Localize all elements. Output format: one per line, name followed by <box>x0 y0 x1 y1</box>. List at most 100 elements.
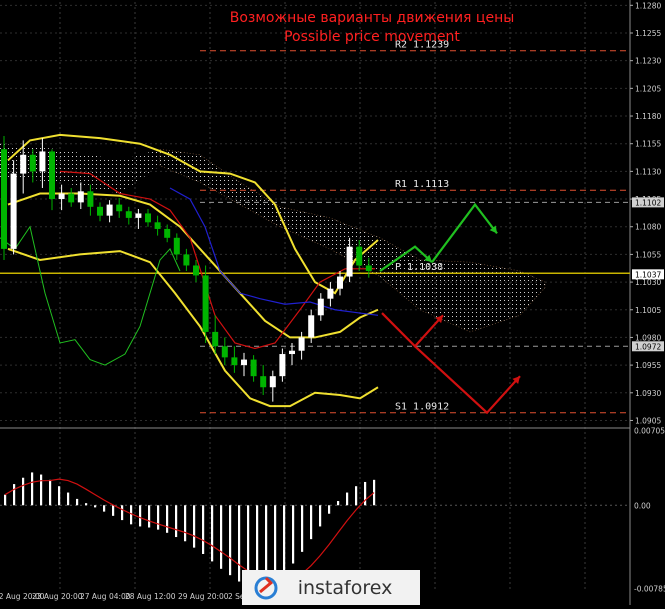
macd-bar <box>328 505 331 514</box>
candle-body <box>279 354 286 377</box>
level-label: P 1.1038 <box>395 262 443 273</box>
macd-bar <box>220 505 223 569</box>
price-badge-label: 1.0972 <box>635 342 661 351</box>
watermark: instaforex <box>242 570 420 605</box>
candle-body <box>298 337 305 351</box>
candle-body <box>49 151 55 200</box>
candle-body <box>135 213 142 218</box>
macd-bar <box>175 505 178 538</box>
macd-bar <box>166 505 169 533</box>
price-tick-label: 1.1080 <box>635 223 661 232</box>
macd-bar <box>238 505 241 582</box>
macd-bar <box>112 505 115 516</box>
candle-body <box>106 204 113 216</box>
price-chart: R2 1.1239R1 1.1113P 1.1038S1 1.0912 1.12… <box>0 0 665 605</box>
candle-body <box>327 288 334 299</box>
price-tick-label: 1.1255 <box>635 29 661 38</box>
macd-bar <box>49 479 52 506</box>
price-tick-label: 1.1180 <box>635 112 661 121</box>
candle-body <box>356 246 363 266</box>
macd-bar <box>40 474 43 506</box>
price-tick-label: 1.0980 <box>635 333 661 342</box>
candle-body <box>269 376 276 388</box>
macd-bar <box>310 505 313 540</box>
macd-bar <box>337 501 340 506</box>
macd-bar <box>22 477 25 506</box>
macd-bar <box>301 505 304 552</box>
candle-body <box>193 265 199 276</box>
price-tick-label: 1.1155 <box>635 140 661 149</box>
macd-bar <box>274 505 277 581</box>
candle-body <box>97 206 103 216</box>
time-tick-label: 28 Aug 12:00 <box>125 592 176 601</box>
candle-body <box>39 151 46 172</box>
candle-body <box>183 254 190 266</box>
macd-bar <box>211 505 214 562</box>
macd-bar <box>139 505 142 527</box>
price-tick-label: 1.1230 <box>635 57 661 66</box>
macd-bar <box>157 505 160 530</box>
macd-bar <box>85 503 88 506</box>
candle-body <box>87 191 94 207</box>
candle-body <box>29 154 36 172</box>
candle-body <box>308 315 315 338</box>
macd-tick-label: 0.00705 <box>634 427 665 436</box>
level-label: R1 1.1113 <box>395 179 449 190</box>
macd-bar <box>94 505 97 508</box>
price-tick-label: 1.1280 <box>635 1 661 10</box>
price-tick-label: 1.1030 <box>635 278 661 287</box>
macd-bar <box>319 505 322 527</box>
candle-body <box>77 191 84 203</box>
macd-tick-label: -0.00785 <box>634 584 665 593</box>
macd-bar <box>130 505 133 525</box>
candle-body <box>231 357 238 366</box>
price-tick-label: 1.1130 <box>635 167 661 176</box>
macd-bar <box>229 505 232 576</box>
price-badge-label: 1.1102 <box>635 198 661 207</box>
candle-body <box>68 193 75 203</box>
level-label: S1 1.0912 <box>395 402 449 413</box>
candle-body <box>221 346 228 358</box>
candle-body <box>241 359 247 366</box>
title-en: Possible price movement <box>284 29 460 45</box>
time-tick-label: 23 Aug 20:00 <box>32 592 83 601</box>
candle-body <box>1 149 7 249</box>
candle-body <box>365 265 372 272</box>
candle-body <box>58 193 65 200</box>
macd-bar <box>58 486 61 506</box>
time-tick-label: 29 Aug 20:00 <box>178 592 229 601</box>
price-tick-label: 1.0905 <box>635 416 661 425</box>
candle-body <box>337 276 343 289</box>
macd-bar <box>67 492 70 506</box>
candle-body <box>317 298 324 316</box>
macd-bar <box>292 505 295 564</box>
macd-bar <box>103 505 106 512</box>
macd-bar <box>121 505 124 521</box>
macd-bar <box>283 505 286 574</box>
title-ru: Возможные варианты движения цены <box>230 10 515 26</box>
candle-body <box>289 350 295 355</box>
price-tick-label: 1.0955 <box>635 361 661 370</box>
candle-body <box>154 222 161 229</box>
candle-body <box>125 211 132 218</box>
price-tick-label: 1.1205 <box>635 84 661 93</box>
price-tick-label: 1.1005 <box>635 306 661 315</box>
candle-body <box>173 237 180 255</box>
price-badge-label: 1.1037 <box>635 270 661 279</box>
candle-body <box>145 213 151 223</box>
macd-tick-label: 0.00 <box>634 501 651 510</box>
chart-window: R2 1.1239 R1 1.1113 P 1.1038 S1 1.0912 1.12… <box>0 0 665 605</box>
time-tick-label: 27 Aug 04:00 <box>80 592 131 601</box>
price-tick-label: 1.0930 <box>635 389 661 398</box>
macd-bar <box>13 484 16 506</box>
candle-body <box>202 275 209 332</box>
macd-bar <box>31 472 34 506</box>
macd-bar <box>202 505 205 554</box>
macd-bar <box>148 505 151 528</box>
macd-bar <box>193 505 196 548</box>
candle-body <box>260 376 267 388</box>
candle-body <box>10 173 17 249</box>
macd-bar <box>355 486 358 506</box>
candle-body <box>116 204 123 212</box>
macd-bar <box>184 505 187 542</box>
